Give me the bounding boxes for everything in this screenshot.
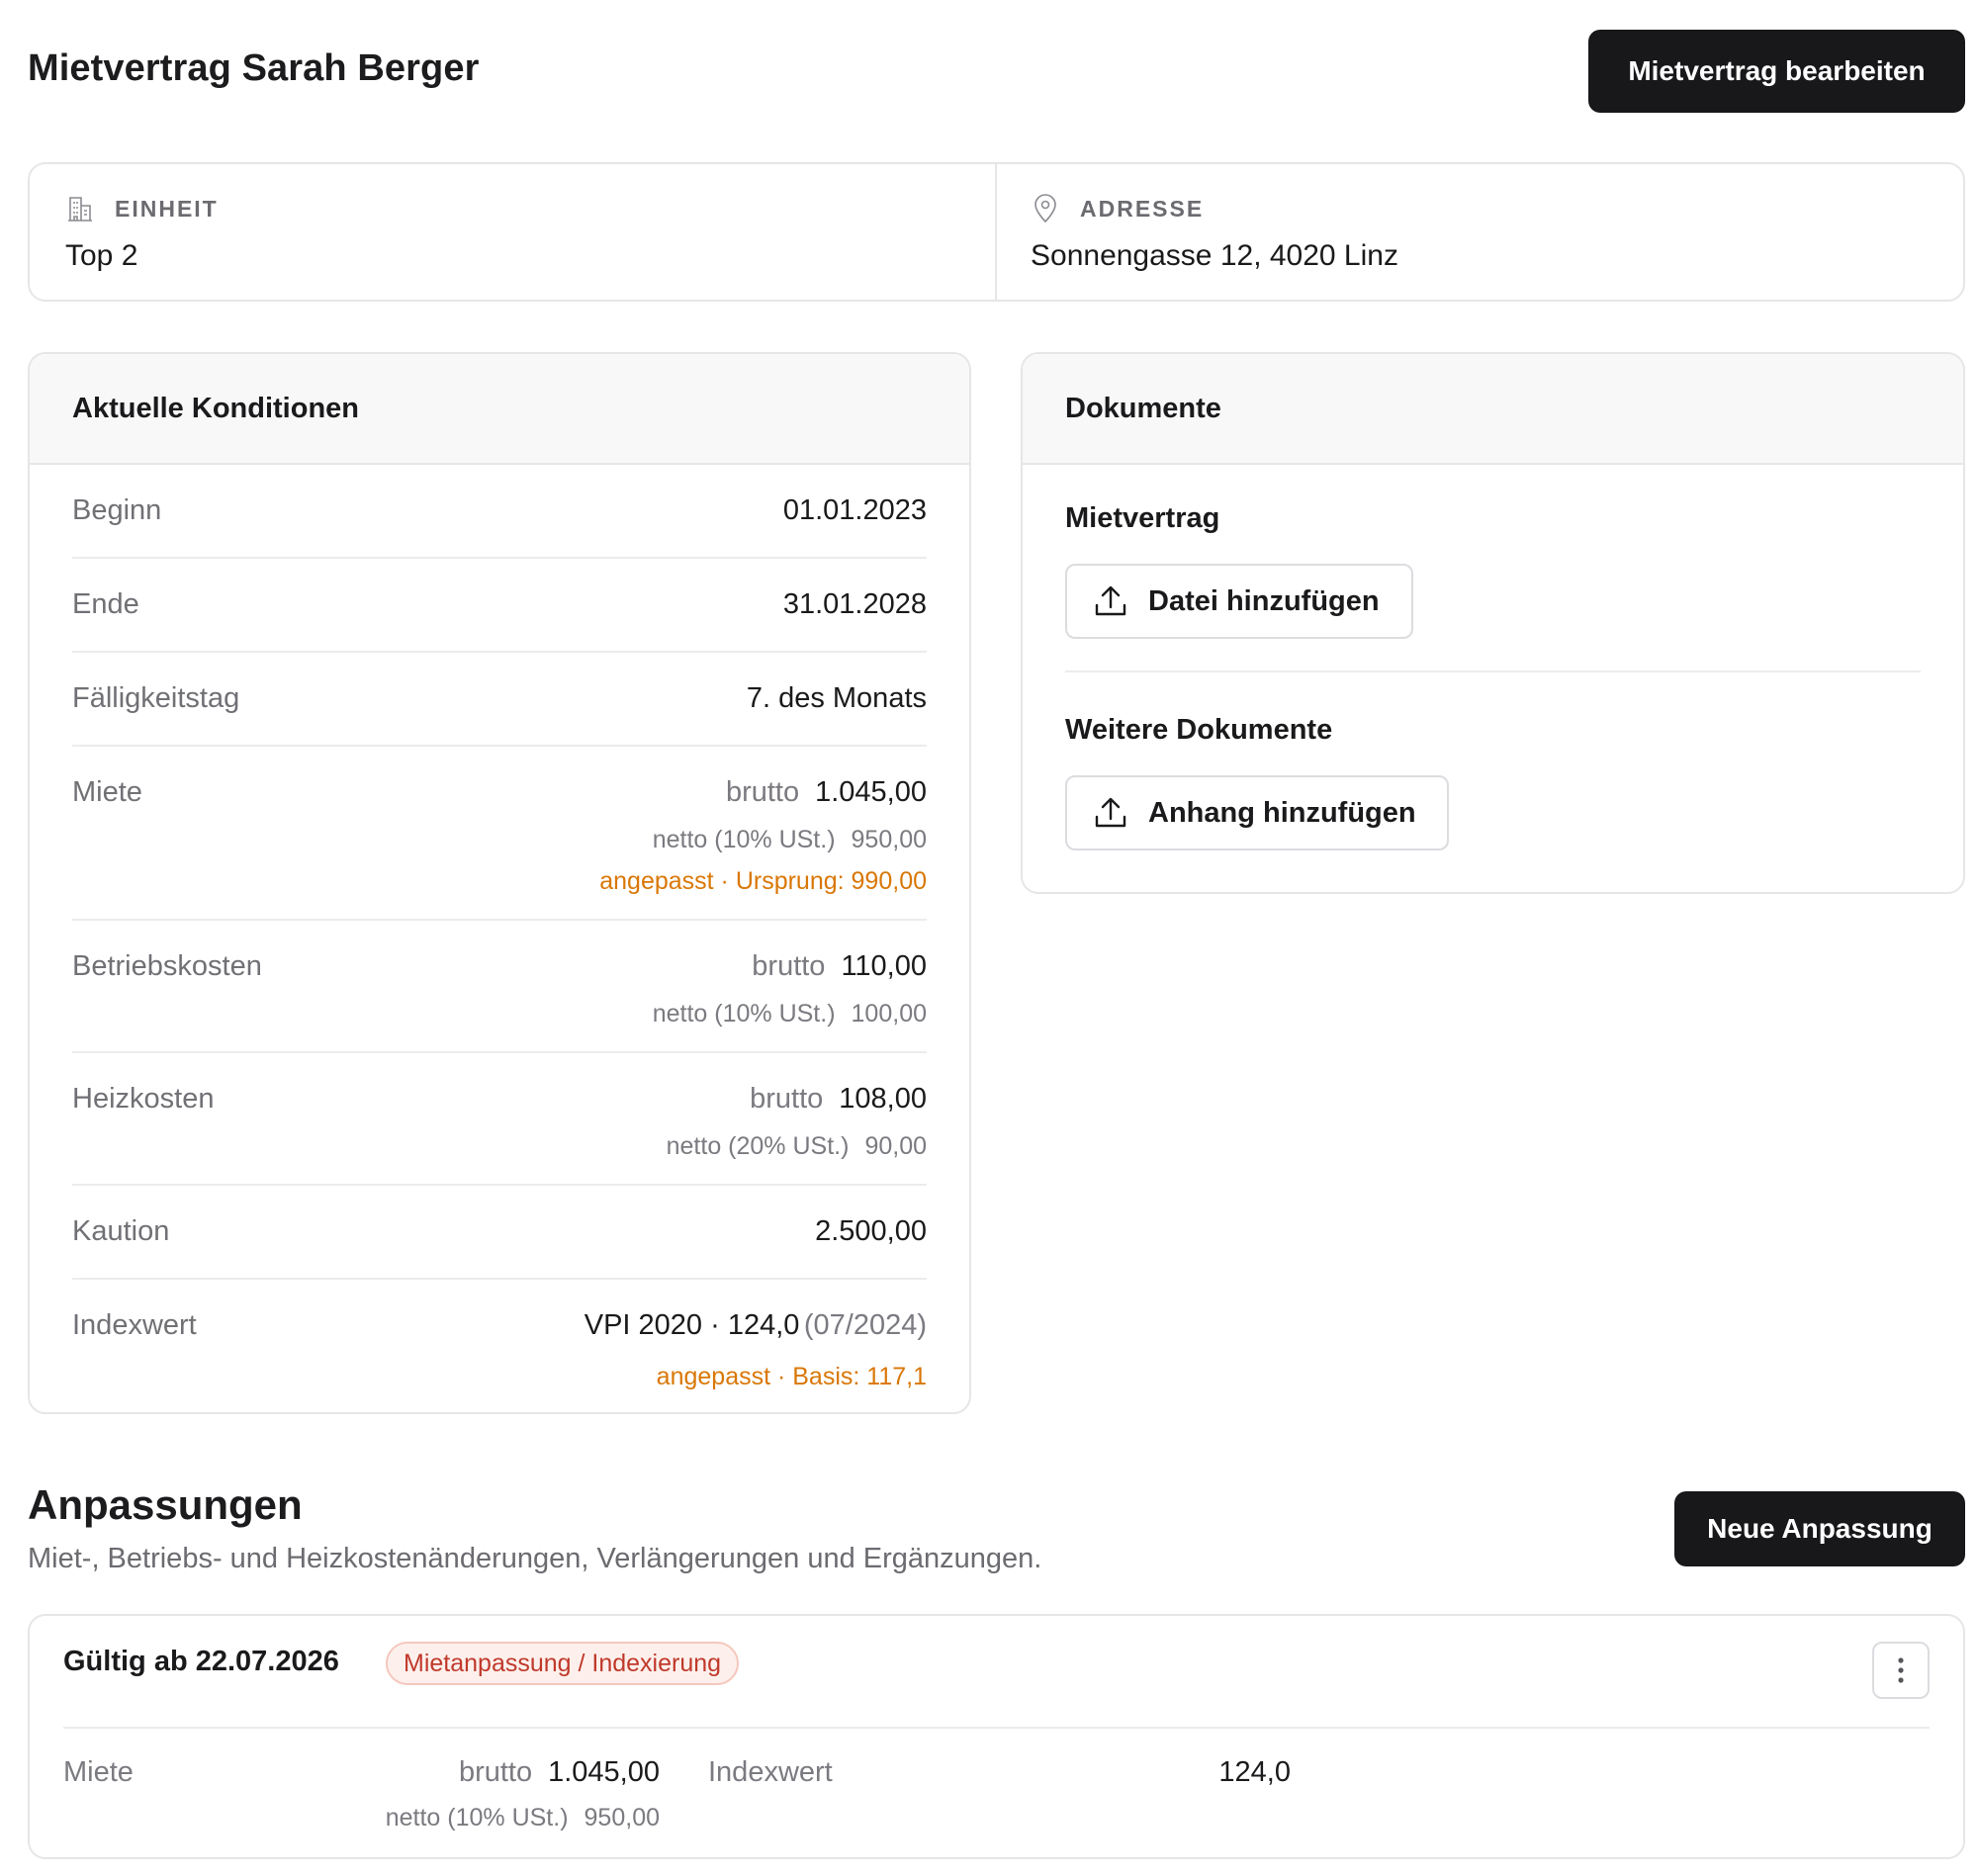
row-due-day: Fälligkeitstag 7. des Monats [72,653,927,747]
address-label: ADRESSE [1080,196,1205,222]
heating-costs-netto-label: netto (20% USt.) [666,1132,850,1160]
rent-netto-label: netto (10% USt.) [652,826,836,853]
documents-divider [1065,670,1921,672]
adjustments-subtitle: Miet-, Betriebs- und Heizkostenänderunge… [28,1543,1042,1574]
rent-label: Miete [72,776,142,808]
index-period: (07/2024) [803,1309,927,1341]
adjustment-index-value: 124,0 [1218,1756,1291,1788]
row-end: Ende 31.01.2028 [72,559,927,653]
add-file-button[interactable]: Datei hinzufügen [1065,564,1413,639]
heating-costs-brutto-label: brutto [750,1083,824,1115]
adjustment-brutto-label: brutto [458,1756,533,1788]
current-conditions-card: Aktuelle Konditionen Beginn 01.01.2023 E… [28,352,971,1414]
row-rent: Miete brutto 1.045,00 netto (10% USt.) 950… [72,747,927,921]
map-pin-icon [1034,194,1056,223]
heating-costs-label: Heizkosten [72,1083,215,1115]
adjustment-divider [63,1727,1930,1729]
contract-info-strip: EINHEIT Top 2 ADRESSE Sonnengasse 12, 40… [28,162,1965,302]
row-index: Indexwert VPI 2020 · 124,0 (07/2024) ang… [72,1280,927,1408]
due-day-label: Fälligkeitstag [72,682,240,714]
operating-costs-brutto-value: 110,00 [841,950,927,982]
adjustment-type-badge: Mietanpassung / Indexierung [386,1642,740,1685]
row-operating-costs: Betriebskosten brutto 110,00 netto (10% U… [72,921,927,1053]
operating-costs-label: Betriebskosten [72,950,262,982]
row-begin: Beginn 01.01.2023 [72,465,927,559]
rent-netto-value: 950,00 [851,826,927,853]
upload-icon [1095,797,1126,828]
edit-contract-button[interactable]: Mietvertrag bearbeiten [1588,30,1965,113]
address-info: ADRESSE Sonnengasse 12, 4020 Linz [997,164,1963,300]
due-day-value: 7. des Monats [746,682,927,714]
new-adjustment-button[interactable]: Neue Anpassung [1674,1491,1965,1566]
unit-info: EINHEIT Top 2 [30,164,997,300]
rent-brutto-value: 1.045,00 [815,776,927,808]
adjustment-netto-label: netto (10% USt.) [385,1804,569,1831]
operating-costs-brutto-label: brutto [752,950,826,982]
documents-card: Dokumente Mietvertrag Datei hinzufügen W… [1021,352,1965,894]
add-file-label: Datei hinzufügen [1148,584,1380,617]
building-icon [68,197,92,222]
adjustment-valid-from: Gültig ab 22.07.2026 [63,1646,339,1677]
rent-brutto-label: brutto [725,776,800,808]
operating-costs-netto-value: 100,00 [851,1000,927,1027]
add-attachment-label: Anhang hinzufügen [1148,796,1416,829]
begin-label: Beginn [72,494,162,526]
adjustment-brutto-value: 1.045,00 [548,1756,660,1788]
add-attachment-button[interactable]: Anhang hinzufügen [1065,775,1449,850]
end-value: 31.01.2028 [782,588,927,620]
adjustment-netto-value: 950,00 [584,1804,660,1831]
documents-title: Dokumente [1023,354,1963,465]
end-label: Ende [72,588,139,620]
conditions-title: Aktuelle Konditionen [30,354,969,465]
adjustments-title: Anpassungen [28,1481,303,1528]
adjustment-index-label: Indexwert [708,1756,833,1788]
other-docs-title: Weitere Dokumente [1065,714,1333,746]
contract-docs-title: Mietvertrag [1065,502,1220,534]
upload-icon [1095,585,1126,616]
unit-value: Top 2 [65,239,138,272]
page-title: Mietvertrag Sarah Berger [28,47,480,89]
index-label: Indexwert [72,1309,197,1341]
row-deposit: Kaution 2.500,00 [72,1186,927,1280]
operating-costs-netto-label: netto (10% USt.) [652,1000,836,1027]
begin-value: 01.01.2023 [782,494,927,526]
more-options-button[interactable] [1872,1642,1930,1699]
heating-costs-brutto-value: 108,00 [839,1083,927,1115]
more-vertical-icon [1898,1657,1904,1683]
adjustment-item: Gültig ab 22.07.2026 Mietanpassung / Ind… [28,1614,1965,1859]
deposit-value: 2.500,00 [815,1215,927,1247]
heating-costs-netto-value: 90,00 [864,1132,927,1160]
adjustment-rent-label: Miete [63,1756,134,1788]
address-value: Sonnengasse 12, 4020 Linz [1031,239,1398,272]
deposit-label: Kaution [72,1215,170,1247]
index-adjusted-note: angepasst · Basis: 117,1 [656,1363,927,1390]
row-heating-costs: Heizkosten brutto 108,00 netto (20% USt.)… [72,1053,927,1186]
rent-adjusted-note: angepasst · Ursprung: 990,00 [599,867,927,895]
index-value: VPI 2020 · 124,0 [584,1309,800,1341]
unit-label: EINHEIT [115,196,219,222]
